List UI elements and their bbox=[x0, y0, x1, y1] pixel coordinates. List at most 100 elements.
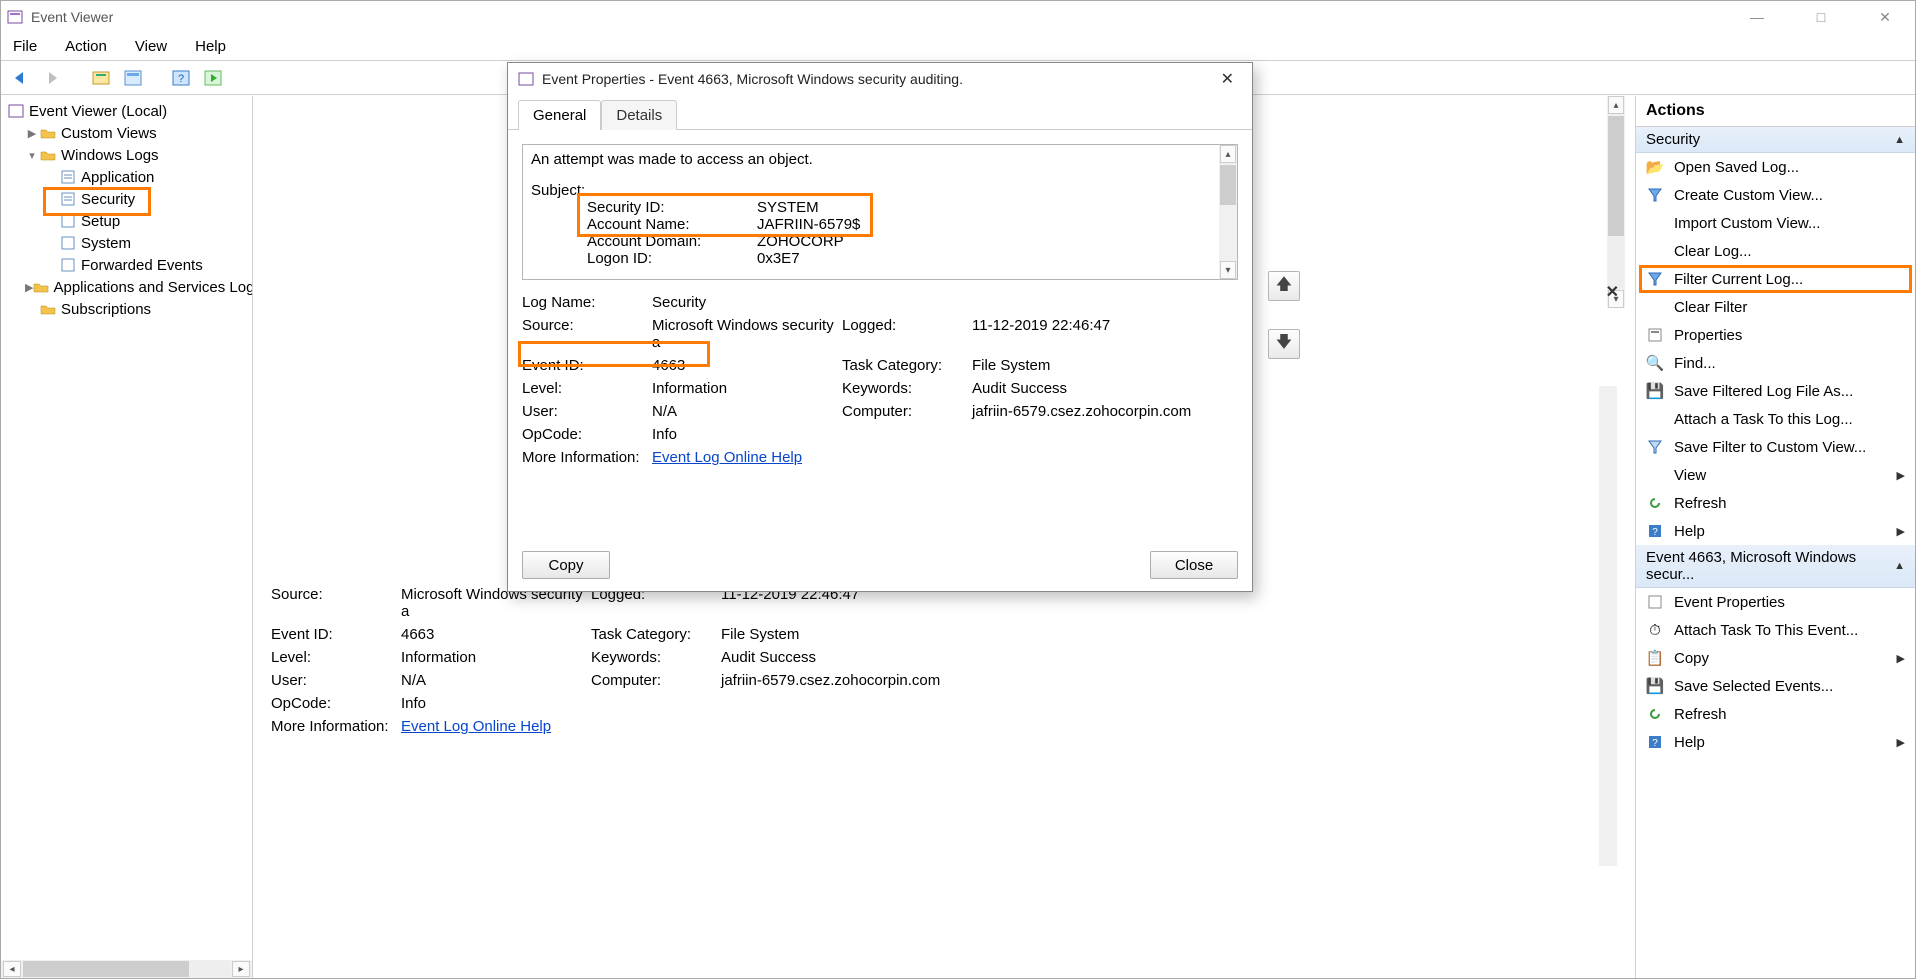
scroll-thumb[interactable] bbox=[1220, 165, 1236, 205]
previous-event-button[interactable]: 🡅 bbox=[1268, 271, 1300, 301]
action-filter-current-log[interactable]: Filter Current Log... bbox=[1636, 265, 1915, 293]
moreinfo-link[interactable]: Event Log Online Help bbox=[652, 449, 802, 466]
action-label: Properties bbox=[1674, 327, 1742, 344]
scroll-right-button[interactable]: ▸ bbox=[232, 961, 250, 977]
find-icon: 🔍 bbox=[1646, 354, 1664, 372]
action-label: Copy bbox=[1674, 650, 1709, 667]
event-properties-dialog: Event Properties - Event 4663, Microsoft… bbox=[507, 62, 1253, 592]
action-import-custom-view[interactable]: Import Custom View... bbox=[1636, 209, 1915, 237]
computer-label: Computer: bbox=[591, 672, 721, 689]
action-event-properties[interactable]: Event Properties bbox=[1636, 588, 1915, 616]
scroll-thumb[interactable] bbox=[23, 961, 189, 977]
close-button[interactable]: Close bbox=[1150, 551, 1238, 579]
action-label: Refresh bbox=[1674, 706, 1727, 723]
help-toolbar-button[interactable]: ? bbox=[169, 66, 193, 90]
maximize-button[interactable]: □ bbox=[1803, 5, 1839, 29]
actions-section-event[interactable]: Event 4663, Microsoft Windows secur... ▲ bbox=[1636, 545, 1915, 588]
tree-custom-views[interactable]: ▶ Custom Views bbox=[1, 122, 252, 144]
collapse-icon: ▲ bbox=[1894, 134, 1905, 146]
action-properties[interactable]: Properties bbox=[1636, 321, 1915, 349]
dialog-body: An attempt was made to access an object.… bbox=[508, 130, 1252, 548]
user-value: N/A bbox=[652, 403, 842, 420]
properties-toolbar-button[interactable] bbox=[121, 66, 145, 90]
tree-windows-logs[interactable]: ▾ Windows Logs bbox=[1, 144, 252, 166]
action-attach-task-event[interactable]: ⏱Attach Task To This Event... bbox=[1636, 616, 1915, 644]
tree-system[interactable]: System bbox=[1, 232, 252, 254]
action-attach-task-log[interactable]: Attach a Task To this Log... bbox=[1636, 405, 1915, 433]
actions-section-security[interactable]: Security ▲ bbox=[1636, 127, 1915, 153]
action-view[interactable]: View▶ bbox=[1636, 461, 1915, 489]
dialog-tabs: General Details bbox=[508, 99, 1252, 130]
next-event-button[interactable]: 🡇 bbox=[1268, 329, 1300, 359]
keywords-label: Keywords: bbox=[842, 380, 972, 397]
action-find[interactable]: 🔍Find... bbox=[1636, 349, 1915, 377]
action-refresh[interactable]: Refresh bbox=[1636, 489, 1915, 517]
action-save-filter-custom[interactable]: Save Filter to Custom View... bbox=[1636, 433, 1915, 461]
menu-file[interactable]: File bbox=[9, 36, 41, 57]
forward-button[interactable] bbox=[41, 66, 65, 90]
back-button[interactable] bbox=[9, 66, 33, 90]
preview-toolbar-button[interactable] bbox=[201, 66, 225, 90]
action-copy[interactable]: 📋Copy▶ bbox=[1636, 644, 1915, 672]
scroll-up-button[interactable]: ▴ bbox=[1608, 96, 1624, 114]
action-clear-log[interactable]: Clear Log... bbox=[1636, 237, 1915, 265]
folder-open-icon: 📂 bbox=[1646, 158, 1664, 176]
clear-icon bbox=[1646, 242, 1664, 260]
action-refresh-2[interactable]: Refresh bbox=[1636, 700, 1915, 728]
menu-action[interactable]: Action bbox=[61, 36, 111, 57]
scroll-thumb[interactable] bbox=[1608, 116, 1624, 236]
scroll-down-button[interactable]: ▾ bbox=[1220, 261, 1236, 279]
tree-application[interactable]: Application bbox=[1, 166, 252, 188]
tree-security[interactable]: Security bbox=[1, 188, 252, 210]
tab-general[interactable]: General bbox=[518, 100, 601, 130]
tree-forwarded[interactable]: Forwarded Events bbox=[1, 254, 252, 276]
submenu-arrow-icon: ▶ bbox=[1897, 736, 1905, 749]
menu-view[interactable]: View bbox=[131, 36, 171, 57]
action-create-custom-view[interactable]: Create Custom View... bbox=[1636, 181, 1915, 209]
navigation-tree-pane: Event Viewer (Local) ▶ Custom Views ▾ Wi… bbox=[1, 96, 253, 978]
dialog-close-button[interactable]: ✕ bbox=[1213, 67, 1242, 91]
collapse-icon: ▲ bbox=[1894, 560, 1905, 572]
menu-help[interactable]: Help bbox=[191, 36, 230, 57]
scroll-up-button[interactable]: ▴ bbox=[1220, 145, 1236, 163]
tree-label: Subscriptions bbox=[61, 301, 151, 318]
scroll-track[interactable] bbox=[1608, 116, 1624, 288]
description-scrollbar[interactable]: ▴ ▾ bbox=[1219, 145, 1237, 279]
action-help-2[interactable]: ?Help▶ bbox=[1636, 728, 1915, 756]
expander-icon[interactable]: ▾ bbox=[25, 149, 39, 162]
scroll-left-button[interactable]: ◂ bbox=[3, 961, 21, 977]
close-button[interactable]: ✕ bbox=[1867, 5, 1903, 29]
keywords-value: Audit Success bbox=[721, 649, 951, 666]
tree-horizontal-scrollbar[interactable]: ◂ ▸ bbox=[1, 960, 252, 978]
tab-details[interactable]: Details bbox=[601, 100, 677, 130]
show-tree-button[interactable] bbox=[89, 66, 113, 90]
tree-setup[interactable]: Setup bbox=[1, 210, 252, 232]
dialog-title-bar[interactable]: Event Properties - Event 4663, Microsoft… bbox=[508, 63, 1252, 95]
close-preview-button[interactable]: ✕ bbox=[1606, 282, 1619, 302]
expander-icon[interactable]: ▶ bbox=[25, 281, 33, 294]
actions-pane: Actions Security ▲ 📂Open Saved Log... Cr… bbox=[1635, 96, 1915, 978]
actions-heading: Actions bbox=[1636, 96, 1915, 127]
moreinfo-link[interactable]: Event Log Online Help bbox=[401, 718, 551, 735]
list-vertical-scrollbar[interactable]: ▴ ▾ bbox=[1607, 96, 1625, 308]
tree-label: Setup bbox=[81, 213, 120, 230]
copy-button[interactable]: Copy bbox=[522, 551, 610, 579]
action-save-filtered-log[interactable]: 💾Save Filtered Log File As... bbox=[1636, 377, 1915, 405]
tree-apps-services[interactable]: ▶ Applications and Services Logs bbox=[1, 276, 252, 298]
tree-subscriptions[interactable]: Subscriptions bbox=[1, 298, 252, 320]
section-label: Security bbox=[1646, 131, 1700, 148]
action-save-selected[interactable]: 💾Save Selected Events... bbox=[1636, 672, 1915, 700]
security-id-label: Security ID: bbox=[587, 199, 757, 216]
tree-root[interactable]: Event Viewer (Local) bbox=[1, 100, 252, 122]
scroll-track[interactable] bbox=[23, 961, 230, 977]
description-textbox[interactable]: An attempt was made to access an object.… bbox=[522, 144, 1238, 280]
action-clear-filter[interactable]: Clear Filter bbox=[1636, 293, 1915, 321]
action-open-saved-log[interactable]: 📂Open Saved Log... bbox=[1636, 153, 1915, 181]
opcode-value: Info bbox=[401, 695, 591, 712]
action-help[interactable]: ?Help▶ bbox=[1636, 517, 1915, 545]
expander-icon[interactable]: ▶ bbox=[25, 127, 39, 140]
eventid-label: Event ID: bbox=[522, 357, 652, 374]
eventid-value: 4663 bbox=[401, 626, 591, 643]
minimize-button[interactable]: — bbox=[1739, 5, 1775, 29]
tree-label: Application bbox=[81, 169, 154, 186]
